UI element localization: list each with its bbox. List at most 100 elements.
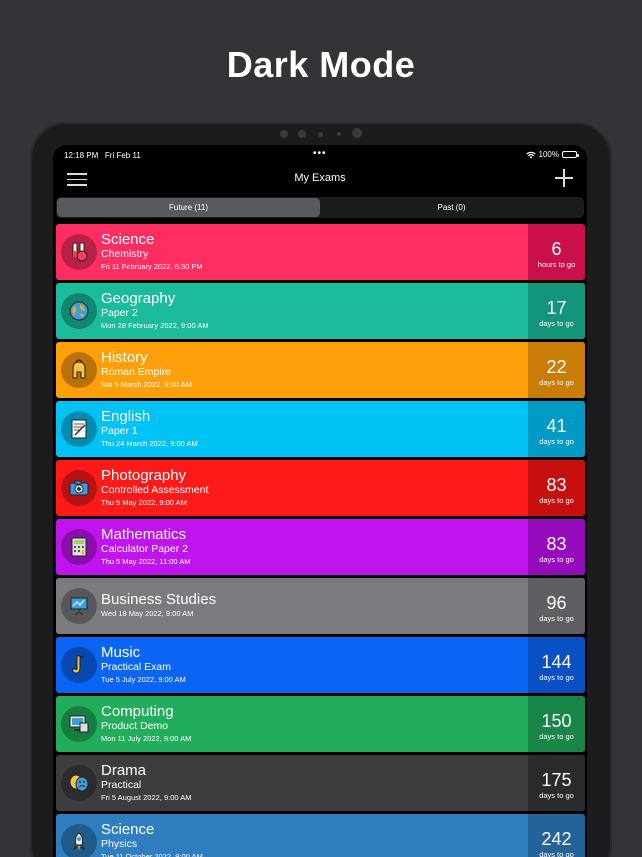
exam-paper: Paper 1 [101,425,138,437]
exam-date: Thu 5 May 2022, 9:00 AM [101,498,187,507]
countdown-unit: days to go [539,319,574,328]
countdown-badge: 83 days to go [528,519,585,575]
camera-dot [337,132,341,136]
countdown-badge: 6 hours to go [528,224,585,280]
countdown-unit: days to go [539,791,574,800]
countdown-number: 6 [551,239,562,259]
exam-subject: Mathematics [101,526,187,543]
exam-subject: History [101,349,148,366]
countdown-unit: days to go [539,614,574,623]
countdown-number: 144 [541,652,572,672]
countdown-badge: 83 days to go [528,460,585,516]
exam-info: Drama Practical Fri 5 August 2022, 9:00 AM [56,755,528,811]
exam-paper: Paper 2 [101,307,138,319]
exam-row[interactable]: Computing Product Demo Mon 11 July 2022, 9… [56,696,585,752]
exam-info: Geography Paper 2 Mon 28 February 2022, 9:… [56,283,528,339]
exam-row[interactable]: Music Practical Exam Tue 5 July 2022, 9:00… [56,637,585,693]
countdown-badge: 22 days to go [528,342,585,398]
exam-paper: Physics [101,838,138,850]
exam-row[interactable]: Mathematics Calculator Paper 2 Thu 5 May 2… [56,519,585,575]
exam-date: Mon 11 July 2022, 9:00 AM [101,734,192,743]
countdown-number: 83 [546,475,567,495]
countdown-badge: 242 days to go [528,814,585,857]
countdown-number: 17 [546,298,567,318]
exam-subject: Geography [101,290,176,307]
countdown-number: 83 [546,534,567,554]
exam-row[interactable]: Business Studies Wed 18 May 2022, 9:00 AM… [56,578,585,634]
countdown-unit: days to go [539,437,574,446]
promo-headline: Dark Mode [226,44,416,85]
exam-info: Science Physics Tue 11 October 2022, 9:00 … [56,814,528,857]
battery-icon [562,151,579,158]
camera-dot [318,132,323,137]
exam-date: Wed 18 May 2022, 9:00 AM [101,609,194,618]
exam-date: Mon 28 February 2022, 9:00 AM [101,321,209,330]
exam-date: Thu 5 May 2022, 11:00 AM [101,557,191,566]
countdown-unit: hours to go [537,260,576,269]
exam-paper: Practical [101,779,142,791]
countdown-badge: 96 days to go [528,578,585,634]
exam-row[interactable]: Drama Practical Fri 5 August 2022, 9:00 AM… [56,755,585,811]
computer-icon [61,706,97,742]
battery-percent: 100% [538,150,559,159]
status-right: 100% [525,150,579,159]
exam-subject: English [101,408,151,425]
exam-subject: Drama [101,762,147,779]
exam-date: Sat 5 March 2022, 9:00 AM [101,380,192,389]
page-title: My Exams [294,172,346,184]
exam-date: Tue 11 October 2022, 9:00 AM [101,852,203,857]
exam-paper: Product Demo [101,720,169,732]
countdown-badge: 41 days to go [528,401,585,457]
exam-paper: Controlled Assessment [101,484,209,496]
segment-past[interactable]: Past (0) [320,198,583,217]
segment-future[interactable]: Future (11) [57,198,320,217]
multitasking-dots[interactable]: ••• [313,148,327,159]
exam-date: Thu 24 March 2022, 9:00 AM [101,439,198,448]
camera-dot [298,130,306,138]
exam-info: Science Chemistry Fri 11 February 2022, 6:… [56,224,528,280]
countdown-badge: 144 days to go [528,637,585,693]
presentation-icon [61,588,97,624]
exam-date: Fri 11 February 2022, 6:30 PM [101,262,203,271]
exam-row[interactable]: Photography Controlled Assessment Thu 5 Ma… [56,460,585,516]
status-time: 12:18 PM Fri Feb 11 [64,151,141,160]
add-exam-button[interactable] [553,167,575,189]
countdown-badge: 175 days to go [528,755,585,811]
countdown-number: 41 [546,416,567,436]
countdown-unit: days to go [539,732,574,741]
exam-info: Business Studies Wed 18 May 2022, 9:00 AM [56,578,528,634]
exam-info: History Roman Empire Sat 5 March 2022, 9:0… [56,342,528,398]
countdown-number: 96 [546,593,567,613]
exam-subject: Music [101,644,141,661]
document-icon [61,411,97,447]
exam-paper: Calculator Paper 2 [101,543,188,555]
exam-info: Music Practical Exam Tue 5 July 2022, 9:00… [56,637,528,693]
exam-paper: Roman Empire [101,366,172,378]
exam-subject: Computing [101,703,174,720]
countdown-unit: days to go [539,673,574,682]
exam-row[interactable]: English Paper 1 Thu 24 March 2022, 9:00 AM… [56,401,585,457]
masks-icon [61,765,97,801]
exam-info: Computing Product Demo Mon 11 July 2022, 9… [56,696,528,752]
exam-row[interactable]: Science Physics Tue 11 October 2022, 9:00 … [56,814,585,857]
saxophone-icon [61,647,97,683]
exam-row[interactable]: History Roman Empire Sat 5 March 2022, 9:0… [56,342,585,398]
countdown-number: 22 [546,357,567,377]
exam-subject: Photography [101,467,187,484]
flask-icon [61,234,97,270]
exam-row[interactable]: Geography Paper 2 Mon 28 February 2022, 9:… [56,283,585,339]
countdown-unit: days to go [539,555,574,564]
exam-info: English Paper 1 Thu 24 March 2022, 9:00 AM [56,401,528,457]
countdown-badge: 17 days to go [528,283,585,339]
exam-info: Photography Controlled Assessment Thu 5 Ma… [56,460,528,516]
exam-paper: Chemistry [101,248,149,260]
countdown-badge: 150 days to go [528,696,585,752]
countdown-unit: days to go [539,850,574,857]
globe-icon [61,293,97,329]
countdown-unit: days to go [539,496,574,505]
nav-bar: My Exams [53,165,587,195]
camera-icon [61,470,97,506]
exam-row[interactable]: Science Chemistry Fri 11 February 2022, 6:… [56,224,585,280]
helmet-icon [61,352,97,388]
countdown-number: 150 [541,711,572,731]
